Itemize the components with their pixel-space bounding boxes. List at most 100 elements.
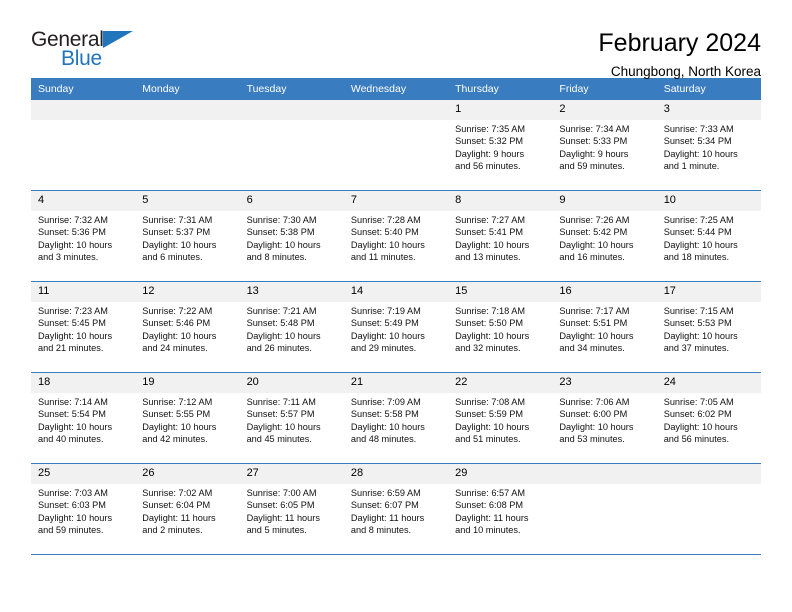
calendar-day-cell[interactable]: 6 Sunrise: 7:30 AM Sunset: 5:38 PM Daylight…: [239, 190, 344, 282]
sunset-time: Sunset: 6:00 PM: [559, 409, 628, 420]
sunset-time: Sunset: 6:07 PM: [350, 500, 419, 511]
daylight-duration-line2: and 56 minutes.: [663, 434, 730, 445]
calendar-week-row: 25 Sunrise: 7:03 AM Sunset: 6:03 PM Dayligh…: [31, 463, 761, 555]
daylight-duration-line1: Daylight: 10 hours: [142, 421, 217, 432]
day-number: 19: [135, 373, 240, 393]
weekday-header-monday: Monday: [135, 78, 240, 100]
day-number: 21: [343, 373, 449, 393]
day-sun-info: Sunrise: 7:19 AM Sunset: 5:49 PM Daylight:…: [344, 302, 448, 355]
daylight-duration-line1: Daylight: 10 hours: [663, 148, 738, 159]
calendar-day-cell[interactable]: 7 Sunrise: 7:28 AM Sunset: 5:40 PM Daylight…: [343, 190, 449, 282]
sunrise-time: Sunrise: 7:11 AM: [246, 397, 316, 407]
daylight-duration-line2: and 42 minutes.: [142, 434, 208, 445]
sunrise-time: Sunrise: 7:17 AM: [559, 306, 630, 316]
calendar-day-cell[interactable]: 24 Sunrise: 7:05 AM Sunset: 6:02 PM Dayligh…: [656, 372, 761, 464]
daylight-duration-line2: and 6 minutes.: [142, 252, 203, 263]
calendar-day-cell[interactable]: 27 Sunrise: 7:00 AM Sunset: 6:05 PM Dayligh…: [239, 463, 344, 555]
day-number: 10: [656, 191, 761, 211]
daylight-duration-line2: and 10 minutes.: [455, 525, 521, 536]
day-sun-info: Sunrise: 7:05 AM Sunset: 6:02 PM Daylight:…: [657, 393, 761, 446]
sunrise-time: Sunrise: 6:59 AM: [350, 488, 421, 498]
calendar-day-cell[interactable]: 26 Sunrise: 7:02 AM Sunset: 6:04 PM Dayligh…: [135, 463, 240, 555]
calendar-day-cell[interactable]: 4 Sunrise: 7:32 AM Sunset: 5:36 PM Daylight…: [31, 190, 136, 282]
day-number: 23: [552, 373, 657, 393]
calendar-day-cell[interactable]: 20 Sunrise: 7:11 AM Sunset: 5:57 PM Dayligh…: [239, 372, 344, 464]
day-sun-info: Sunrise: 7:34 AM Sunset: 5:33 PM Daylight:…: [552, 120, 656, 173]
calendar-day-cell[interactable]: 12 Sunrise: 7:22 AM Sunset: 5:46 PM Dayligh…: [135, 281, 240, 373]
sunrise-time: Sunrise: 6:57 AM: [455, 488, 526, 498]
day-sun-info: Sunrise: 7:28 AM Sunset: 5:40 PM Daylight:…: [344, 211, 448, 264]
calendar-day-cell[interactable]: 2 Sunrise: 7:34 AM Sunset: 5:33 PM Daylight…: [552, 100, 657, 191]
daylight-duration-line1: Daylight: 10 hours: [559, 239, 634, 250]
day-sun-info: Sunrise: 7:23 AM Sunset: 5:45 PM Daylight:…: [31, 302, 135, 355]
sunset-time: Sunset: 5:40 PM: [350, 227, 419, 238]
calendar-day-cell[interactable]: 13 Sunrise: 7:21 AM Sunset: 5:48 PM Dayligh…: [239, 281, 344, 373]
day-number: 12: [135, 282, 240, 302]
sunrise-time: Sunrise: 7:27 AM: [455, 215, 526, 225]
calendar-day-cell[interactable]: 9 Sunrise: 7:26 AM Sunset: 5:42 PM Daylight…: [552, 190, 657, 282]
daylight-duration-line1: Daylight: 10 hours: [350, 330, 425, 341]
sunset-time: Sunset: 5:46 PM: [142, 318, 211, 329]
title-block: February 2024 Chungbong, North Korea: [598, 28, 761, 82]
daylight-duration-line2: and 1 minute.: [663, 161, 720, 172]
sunset-time: Sunset: 6:03 PM: [38, 500, 106, 511]
sunset-time: Sunset: 5:45 PM: [38, 318, 106, 329]
daylight-duration-line1: Daylight: 10 hours: [38, 512, 113, 523]
daylight-duration-line2: and 26 minutes.: [246, 343, 312, 354]
daylight-duration-line1: Daylight: 11 hours: [142, 512, 216, 523]
weekday-header-sunday: Sunday: [31, 78, 136, 100]
calendar-day-cell[interactable]: 19 Sunrise: 7:12 AM Sunset: 5:55 PM Dayligh…: [135, 372, 240, 464]
calendar-day-cell[interactable]: 15 Sunrise: 7:18 AM Sunset: 5:50 PM Dayligh…: [448, 281, 553, 373]
daylight-duration-line2: and 11 minutes.: [350, 252, 416, 263]
sunset-time: Sunset: 5:58 PM: [350, 409, 419, 420]
day-number: 2: [552, 100, 657, 120]
calendar-day-cell[interactable]: 29 Sunrise: 6:57 AM Sunset: 6:08 PM Dayligh…: [448, 463, 553, 555]
calendar-day-cell[interactable]: 10 Sunrise: 7:25 AM Sunset: 5:44 PM Dayligh…: [656, 190, 761, 282]
sunrise-sunset-calendar: Sunday Monday Tuesday Wednesday Thursday…: [31, 78, 761, 555]
day-number: [239, 100, 344, 120]
calendar-day-cell[interactable]: 3 Sunrise: 7:33 AM Sunset: 5:34 PM Daylight…: [656, 100, 761, 191]
day-number: [31, 100, 136, 120]
daylight-duration-line2: and 24 minutes.: [142, 343, 208, 354]
calendar-day-cell[interactable]: 11 Sunrise: 7:23 AM Sunset: 5:45 PM Dayligh…: [31, 281, 136, 373]
daylight-duration-line1: Daylight: 11 hours: [350, 512, 425, 523]
sunrise-time: Sunrise: 7:03 AM: [38, 488, 108, 498]
sunset-time: Sunset: 6:08 PM: [455, 500, 524, 511]
general-blue-logo: General Blue: [31, 28, 141, 74]
calendar-day-cell[interactable]: 14 Sunrise: 7:19 AM Sunset: 5:49 PM Dayligh…: [343, 281, 449, 373]
day-number: 27: [239, 464, 344, 484]
sunrise-time: Sunrise: 7:05 AM: [663, 397, 734, 407]
sunset-time: Sunset: 5:53 PM: [663, 318, 732, 329]
calendar-day-cell[interactable]: 8 Sunrise: 7:27 AM Sunset: 5:41 PM Daylight…: [448, 190, 553, 282]
logo-text-blue: Blue: [61, 47, 102, 70]
sunrise-time: Sunrise: 7:23 AM: [38, 306, 108, 316]
day-number: 9: [552, 191, 657, 211]
calendar-day-cell[interactable]: 18 Sunrise: 7:14 AM Sunset: 5:54 PM Dayligh…: [31, 372, 136, 464]
calendar-day-cell[interactable]: 5 Sunrise: 7:31 AM Sunset: 5:37 PM Daylight…: [135, 190, 240, 282]
daylight-duration-line1: Daylight: 10 hours: [455, 239, 530, 250]
calendar-day-cell[interactable]: 25 Sunrise: 7:03 AM Sunset: 6:03 PM Dayligh…: [31, 463, 136, 555]
daylight-duration-line2: and 34 minutes.: [559, 343, 625, 354]
daylight-duration-line1: Daylight: 10 hours: [246, 239, 321, 250]
day-sun-info: Sunrise: 7:03 AM Sunset: 6:03 PM Daylight:…: [31, 484, 135, 537]
calendar-day-cell[interactable]: 21 Sunrise: 7:09 AM Sunset: 5:58 PM Dayligh…: [343, 372, 449, 464]
calendar-day-cell[interactable]: 16 Sunrise: 7:17 AM Sunset: 5:51 PM Dayligh…: [552, 281, 657, 373]
calendar-day-cell[interactable]: 22 Sunrise: 7:08 AM Sunset: 5:59 PM Dayligh…: [448, 372, 553, 464]
daylight-duration-line1: Daylight: 10 hours: [38, 239, 113, 250]
calendar-day-cell-empty: [552, 463, 657, 555]
calendar-day-cell[interactable]: 23 Sunrise: 7:06 AM Sunset: 6:00 PM Dayligh…: [552, 372, 657, 464]
daylight-duration-line2: and 8 minutes.: [246, 252, 307, 263]
day-sun-info: Sunrise: 7:21 AM Sunset: 5:48 PM Daylight:…: [240, 302, 344, 355]
daylight-duration-line2: and 32 minutes.: [455, 343, 521, 354]
daylight-duration-line1: Daylight: 10 hours: [246, 421, 321, 432]
sunset-time: Sunset: 5:34 PM: [663, 136, 732, 147]
calendar-day-cell[interactable]: 28 Sunrise: 6:59 AM Sunset: 6:07 PM Dayligh…: [343, 463, 449, 555]
day-number: 15: [448, 282, 553, 302]
calendar-day-cell[interactable]: 17 Sunrise: 7:15 AM Sunset: 5:53 PM Dayligh…: [656, 281, 761, 373]
daylight-duration-line1: Daylight: 9 hours: [455, 148, 525, 159]
sunrise-time: Sunrise: 7:26 AM: [559, 215, 630, 225]
calendar-day-cell[interactable]: 1 Sunrise: 7:35 AM Sunset: 5:32 PM Daylight…: [448, 100, 553, 191]
daylight-duration-line1: Daylight: 10 hours: [350, 239, 425, 250]
sunrise-time: Sunrise: 7:09 AM: [350, 397, 421, 407]
daylight-duration-line1: Daylight: 10 hours: [142, 239, 217, 250]
